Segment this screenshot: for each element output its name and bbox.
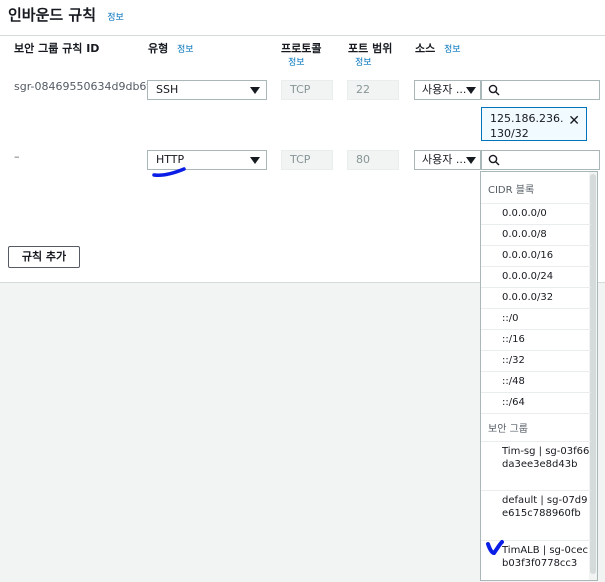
annotation-checkmark xyxy=(486,540,504,556)
col-header-port-range: 포트 범위 xyxy=(348,42,393,55)
col-header-rule-id: 보안 그룹 규칙 ID xyxy=(14,42,100,55)
type-select-value: SSH xyxy=(156,83,179,96)
col-header-source: 소스 xyxy=(415,42,436,55)
close-icon[interactable]: ✕ xyxy=(568,114,580,128)
col-header-type: 유형 xyxy=(148,42,169,55)
col-header-protocol: 프로토콜 xyxy=(281,42,322,55)
caret-down-icon xyxy=(250,157,260,164)
type-select[interactable]: SSH xyxy=(147,80,267,100)
cidr-option[interactable]: ::/64 xyxy=(481,392,591,413)
cidr-token: 125.186.236.130/32 ✕ xyxy=(481,107,587,141)
port-range-field: 80 xyxy=(347,150,399,170)
protocol-field: TCP xyxy=(281,80,333,100)
cidr-option[interactable]: ::/16 xyxy=(481,329,591,350)
search-icon xyxy=(488,84,500,96)
source-info-link[interactable]: 정보 xyxy=(444,42,461,55)
source-type-select[interactable]: 사용자 ... xyxy=(414,150,481,170)
search-icon xyxy=(488,154,500,166)
sg-group-header: 보안 그룹 xyxy=(488,424,528,435)
protocol-info-link[interactable]: 정보 xyxy=(288,55,305,68)
caret-down-icon xyxy=(250,87,260,94)
cidr-group-header: CIDR 블록 xyxy=(488,185,535,196)
source-type-select[interactable]: 사용자 ... xyxy=(414,80,481,100)
annotation-underline xyxy=(152,167,186,177)
cidr-option[interactable]: ::/48 xyxy=(481,371,591,392)
cidr-option[interactable]: 0.0.0.0/8 xyxy=(481,224,591,245)
group-divider xyxy=(481,413,591,414)
caret-down-icon xyxy=(466,87,476,94)
cidr-option[interactable]: 0.0.0.0/24 xyxy=(481,266,591,287)
port-range-field: 22 xyxy=(347,80,399,100)
add-rule-button[interactable]: 규칙 추가 xyxy=(8,246,80,268)
cidr-option[interactable]: 0.0.0.0/32 xyxy=(481,287,591,308)
protocol-field: TCP xyxy=(281,150,333,170)
caret-down-icon xyxy=(466,157,476,164)
rule-id: – xyxy=(14,150,20,163)
header-divider xyxy=(0,35,605,36)
source-type-value: 사용자 ... xyxy=(422,83,467,96)
section-title: 인바운드 규칙 정보 xyxy=(8,6,124,24)
cidr-option[interactable]: ::/0 xyxy=(481,308,591,329)
sg-option[interactable]: default | sg-07d9e615c788960fb xyxy=(481,490,591,540)
source-search-input[interactable] xyxy=(481,150,600,170)
cidr-option[interactable]: ::/32 xyxy=(481,350,591,371)
source-search-input[interactable] xyxy=(481,80,600,100)
rule-id: sgr-08469550634d9db6f xyxy=(14,80,151,93)
cidr-token-label: 125.186.236.130/32 xyxy=(490,112,564,140)
port-info-link[interactable]: 정보 xyxy=(355,55,372,68)
source-dropdown[interactable]: CIDR 블록 0.0.0.0/0 0.0.0.0/8 0.0.0.0/16 0… xyxy=(480,171,598,581)
cidr-option[interactable]: 0.0.0.0/0 xyxy=(481,203,591,224)
cidr-option[interactable]: 0.0.0.0/16 xyxy=(481,245,591,266)
info-link[interactable]: 정보 xyxy=(107,13,124,23)
source-type-value: 사용자 ... xyxy=(422,153,467,166)
type-info-link[interactable]: 정보 xyxy=(177,42,194,55)
sg-option[interactable]: Tim-sg | sg-03f66da3ee3e8d43b xyxy=(481,441,591,490)
